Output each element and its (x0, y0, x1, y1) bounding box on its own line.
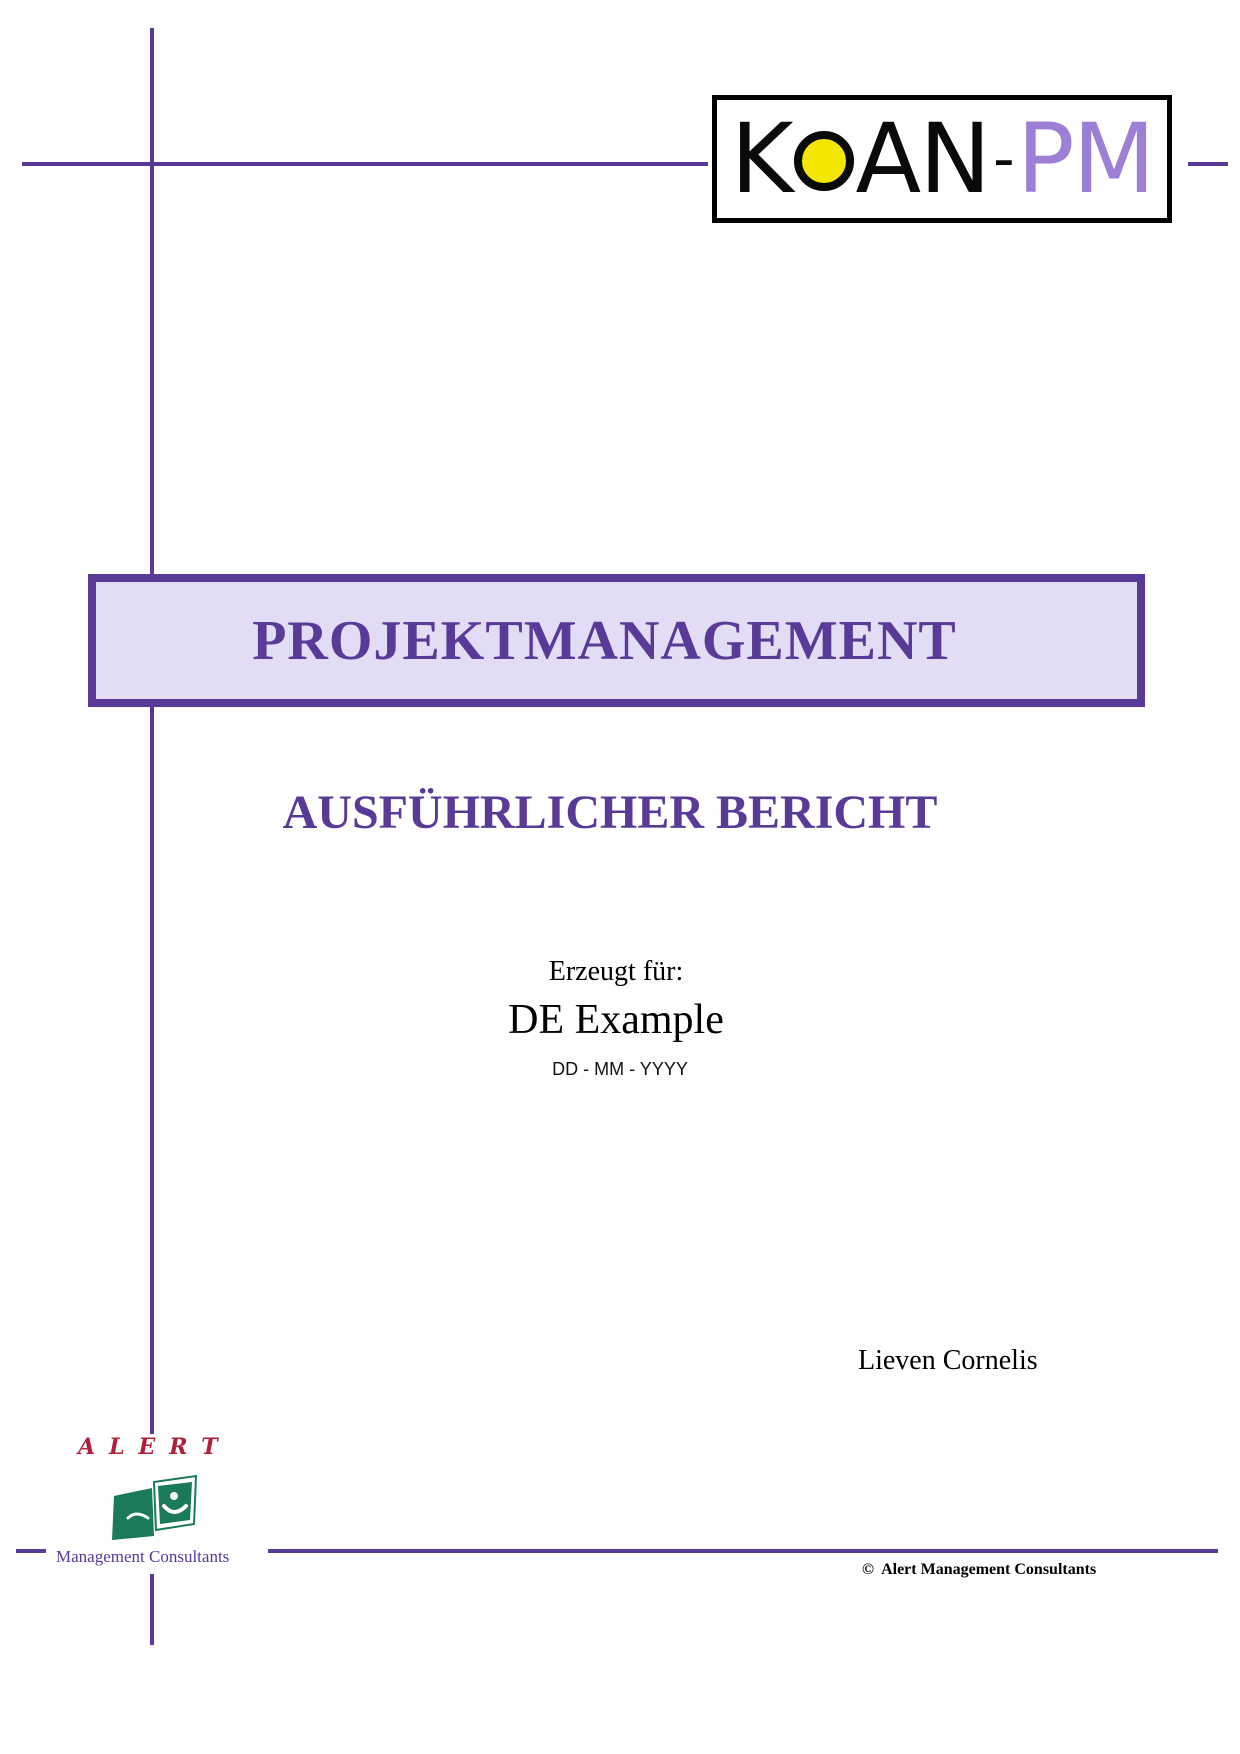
bottom-rule-right (262, 1549, 1218, 1553)
alert-logo-name: ALERT (78, 1434, 232, 1460)
koan-logo-k: K (730, 103, 794, 215)
top-rule-left (22, 162, 708, 166)
client-name: DE Example (508, 997, 724, 1043)
alert-face-icon (112, 1474, 198, 1540)
document-title: PROJEKTMANAGEMENT (252, 609, 957, 672)
koan-pm-logo: K AN - PM (712, 95, 1172, 223)
author-name: Lieven Cornelis (858, 1345, 1038, 1376)
alert-logo-tagline: Management Consultants (56, 1547, 230, 1566)
document-subtitle: AUSFÜHRLICHER BERICHT (282, 786, 938, 839)
title-box: PROJEKTMANAGEMENT (88, 574, 1145, 707)
koan-logo-dash: - (993, 124, 1015, 194)
koan-logo-an: AN (855, 103, 991, 215)
copyright-holder: Alert Management Consultants (881, 1561, 1097, 1578)
alert-logo: ALERT Management Consultants (46, 1434, 268, 1574)
copyright-notice: © Alert Management Consultants (862, 1561, 1096, 1579)
document-date: DD - MM - YYYY (552, 1059, 688, 1079)
copyright-symbol: © (862, 1561, 874, 1578)
generated-for-label: Erzeugt für: (548, 956, 684, 987)
top-rule-right (1188, 162, 1228, 166)
koan-logo-pm: PM (1016, 103, 1156, 215)
koan-logo-yellow-circle (793, 131, 854, 191)
